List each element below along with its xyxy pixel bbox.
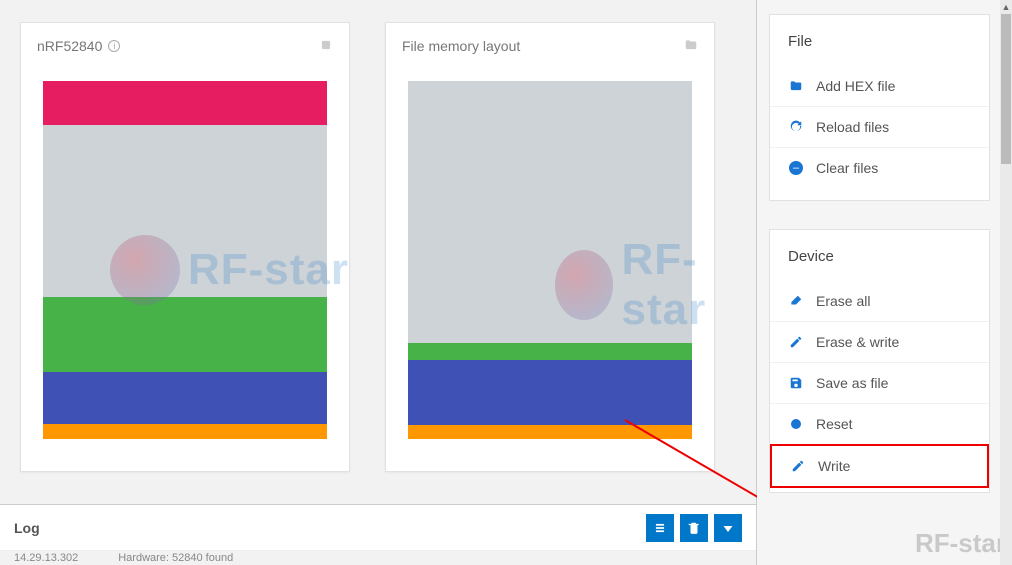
- device-memory-map: [43, 81, 327, 439]
- device-panel: Device 信 驰 达 Erase all Erase & write: [769, 229, 990, 493]
- memory-segment: [43, 81, 327, 125]
- memory-segment: [43, 297, 327, 372]
- write-label: Write: [818, 458, 850, 474]
- device-memory-card: nRF52840 i: [20, 22, 350, 472]
- log-autoscroll-button[interactable]: [646, 514, 674, 542]
- memory-segment: [43, 125, 327, 297]
- folder-icon: [788, 78, 804, 94]
- erase-all-label: Erase all: [816, 293, 870, 309]
- reset-button[interactable]: Reset: [770, 403, 989, 444]
- memory-segment: [408, 360, 692, 425]
- reload-files-label: Reload files: [816, 119, 889, 135]
- memory-segment: [408, 425, 692, 439]
- scrollbar-thumb[interactable]: [1001, 14, 1011, 164]
- memory-segment: [408, 343, 692, 360]
- folder-icon: [684, 38, 698, 55]
- eraser-icon: [788, 293, 804, 309]
- save-as-file-button[interactable]: Save as file: [770, 362, 989, 403]
- log-timestamp: 14.29.13.302: [14, 552, 78, 564]
- sidebar-scrollbar[interactable]: ▲: [1000, 0, 1012, 565]
- file-panel: File Add HEX file Reload files –: [769, 14, 990, 201]
- memory-segment: [43, 372, 327, 424]
- clear-files-label: Clear files: [816, 160, 878, 176]
- clear-files-button[interactable]: – Clear files: [770, 147, 989, 188]
- dot-icon: [788, 416, 804, 432]
- log-toggle-button[interactable]: [714, 514, 742, 542]
- log-message: Hardware: 52840 found: [118, 552, 233, 564]
- reload-files-button[interactable]: Reload files: [770, 106, 989, 147]
- save-icon: [788, 375, 804, 391]
- info-icon[interactable]: i: [108, 40, 120, 52]
- device-panel-title: Device: [770, 248, 989, 281]
- memory-segment: [408, 81, 692, 343]
- add-hex-file-label: Add HEX file: [816, 78, 895, 94]
- memory-segment: [43, 424, 327, 439]
- file-memory-card: File memory layout: [385, 22, 715, 472]
- write-button[interactable]: Write: [770, 444, 989, 488]
- add-hex-file-button[interactable]: Add HEX file: [770, 66, 989, 106]
- log-panel-header: Log: [0, 504, 756, 550]
- reset-label: Reset: [816, 416, 853, 432]
- file-panel-title: File: [770, 33, 989, 66]
- chip-icon: [319, 38, 333, 55]
- pencil-icon: [790, 458, 806, 474]
- file-memory-map: [408, 81, 692, 439]
- circle-minus-icon: –: [788, 160, 804, 176]
- reload-icon: [788, 119, 804, 135]
- log-title: Log: [14, 520, 40, 536]
- pencil-icon: [788, 334, 804, 350]
- device-card-title: nRF52840: [37, 38, 102, 54]
- log-clear-button[interactable]: [680, 514, 708, 542]
- file-card-title: File memory layout: [402, 38, 520, 54]
- erase-all-button[interactable]: Erase all: [770, 281, 989, 321]
- watermark: RF-star: [915, 528, 1006, 559]
- log-entry: 14.29.13.302 Hardware: 52840 found: [0, 550, 756, 565]
- scroll-up-icon[interactable]: ▲: [1001, 0, 1011, 14]
- save-as-file-label: Save as file: [816, 375, 888, 391]
- erase-write-button[interactable]: Erase & write: [770, 321, 989, 362]
- erase-write-label: Erase & write: [816, 334, 899, 350]
